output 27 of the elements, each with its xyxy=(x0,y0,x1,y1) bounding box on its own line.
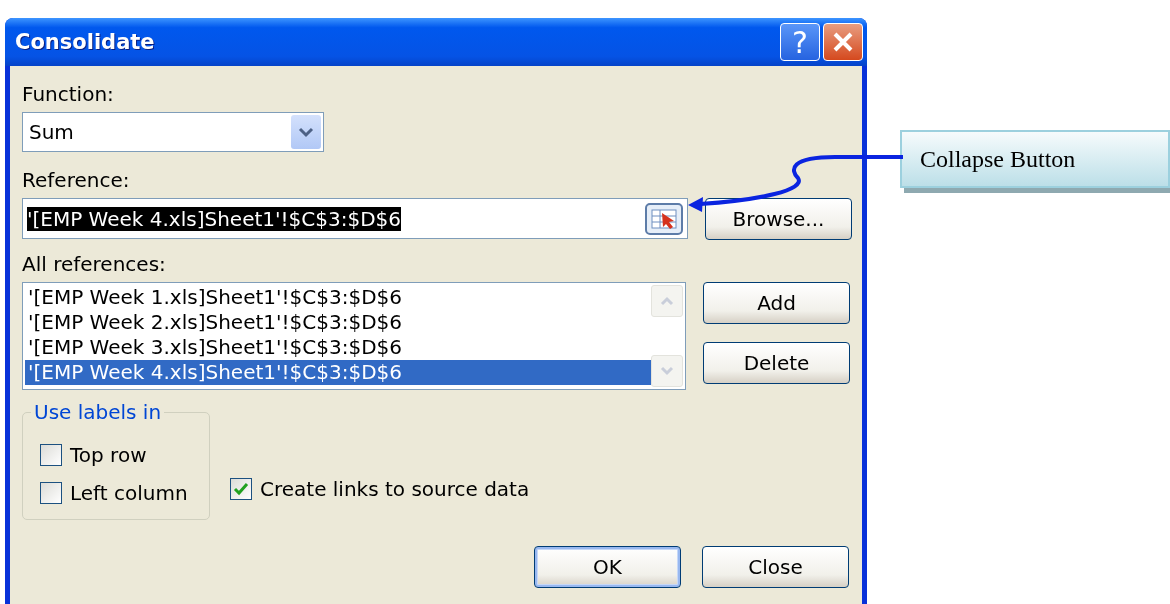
ok-button[interactable]: OK xyxy=(534,546,681,588)
checkbox[interactable] xyxy=(40,444,62,466)
reference-field[interactable]: '[EMP Week 4.xls]Sheet1'!$C$3:$D$6 xyxy=(22,198,688,239)
checkbox[interactable] xyxy=(230,478,252,500)
field-label: All references: xyxy=(22,252,167,278)
list-item[interactable]: '[EMP Week 4.xls]Sheet1'!$C$3:$D$6 xyxy=(25,360,651,385)
close-button[interactable] xyxy=(823,23,863,61)
checkbox[interactable] xyxy=(40,482,62,504)
function-dropdown[interactable]: Sum xyxy=(22,112,324,152)
collapse-icon[interactable] xyxy=(645,202,683,235)
add-button[interactable]: Add xyxy=(703,282,850,324)
list-item[interactable]: '[EMP Week 2.xls]Sheet1'!$C$3:$D$6 xyxy=(25,310,651,335)
checkbox-label: Create links to source data xyxy=(260,477,530,501)
browse-button[interactable]: Browse... xyxy=(705,198,852,240)
references-list[interactable]: '[EMP Week 1.xls]Sheet1'!$C$3:$D$6 '[EMP Week 2.xls]Sheet1'!$C$3:$D$6 '[EMP Week 3.xls]Sheet1'!$C$3:$D$6 '[EMP Week 4.xls]Sheet1'!$C$3:$D$6 xyxy=(22,282,686,390)
chevron-down-icon[interactable] xyxy=(291,115,321,149)
close-button[interactable]: Close xyxy=(702,546,849,588)
list-item[interactable]: '[EMP Week 3.xls]Sheet1'!$C$3:$D$6 xyxy=(25,335,651,360)
close-icon xyxy=(832,31,854,53)
window-title: Consolidate xyxy=(15,30,156,54)
delete-button[interactable]: Delete xyxy=(703,342,850,384)
checkbox-label: Top row xyxy=(70,443,147,467)
checkbox-label: Left column xyxy=(70,481,188,505)
field-label: Reference: xyxy=(22,168,131,194)
list-item[interactable]: '[EMP Week 1.xls]Sheet1'!$C$3:$D$6 xyxy=(25,285,651,310)
help-button[interactable]: ? xyxy=(780,23,820,61)
field-label: Function: xyxy=(22,82,115,108)
